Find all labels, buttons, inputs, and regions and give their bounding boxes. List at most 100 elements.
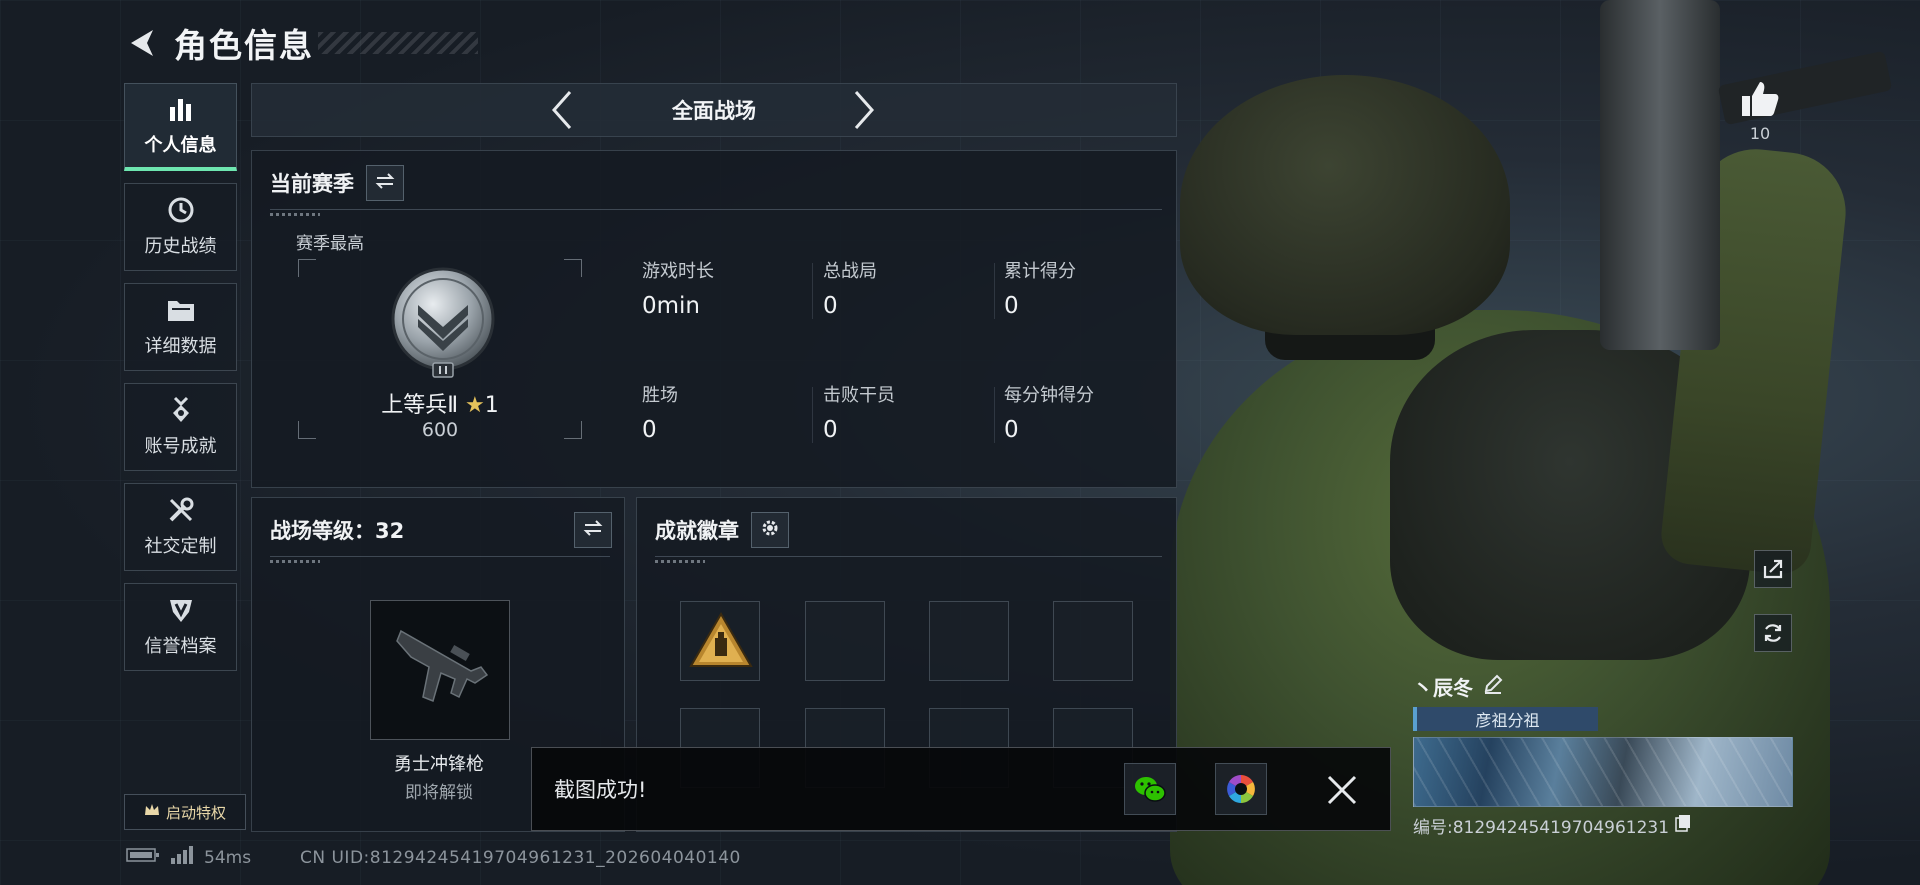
- guild-tag[interactable]: 彦祖分祖: [1413, 707, 1598, 731]
- frame-corner: [564, 259, 582, 277]
- rank-score: 600: [421, 419, 459, 441]
- level-header: 战场等级：32: [270, 512, 612, 548]
- stat-value: 0min: [642, 293, 701, 319]
- clock-icon: [166, 196, 196, 224]
- wechat-share-button[interactable]: [1124, 763, 1176, 815]
- signal-icon: [170, 846, 194, 869]
- like-button[interactable]: 10: [1738, 80, 1782, 143]
- stat-value: 0: [1004, 293, 1019, 319]
- sidebar-item-label: 社交定制: [144, 536, 217, 557]
- warning-triangle-badge-icon: [689, 611, 753, 667]
- uid-text: CN UID:81294245419704961231_202604040140: [300, 848, 741, 868]
- refresh-icon: [1764, 624, 1782, 642]
- sidebar-item-label: 信誉档案: [144, 636, 217, 657]
- divider-decoration: [270, 213, 320, 216]
- badges-title: 成就徽章: [655, 519, 739, 543]
- stat-score-per-minute: 每分钟得分 0: [1004, 381, 1174, 443]
- stat-separator: [812, 263, 813, 319]
- stat-label: 胜场: [642, 385, 678, 406]
- share-button[interactable]: [1754, 550, 1792, 588]
- stat-separator: [994, 263, 995, 319]
- stat-value: 0: [1004, 417, 1019, 443]
- sidebar-item-achievements[interactable]: 账号成就: [124, 383, 237, 471]
- swap-season-button[interactable]: [366, 165, 404, 201]
- player-name-row: 丶辰冬: [1413, 672, 1793, 701]
- launch-perk-button[interactable]: 启动特权: [124, 794, 246, 830]
- badge-slot[interactable]: [1053, 601, 1133, 681]
- player-id-row: 编号:81294245419704961231: [1413, 813, 1793, 838]
- season-divider: [270, 209, 1162, 210]
- character-helmet: [1180, 75, 1510, 335]
- badge-slot[interactable]: [929, 601, 1009, 681]
- sidebar: 个人信息 历史战绩 详细数据 账号成就 社交定制 信誉档案: [124, 83, 237, 683]
- moments-share-button[interactable]: [1215, 763, 1267, 815]
- badge-slot[interactable]: [805, 601, 885, 681]
- stat-operators-defeated: 击败干员 0: [823, 381, 993, 443]
- battery-icon: [126, 847, 160, 868]
- mode-title: 全面战场: [672, 99, 756, 123]
- folder-icon: [166, 296, 196, 324]
- sidebar-item-personal-info[interactable]: 个人信息: [124, 83, 237, 171]
- frame-corner: [298, 259, 316, 277]
- divider-decoration: [655, 560, 705, 563]
- shield-badge-icon: [166, 596, 196, 624]
- like-count: 10: [1749, 124, 1771, 143]
- season-title: 当前赛季: [270, 172, 354, 196]
- stat-value: 0: [642, 417, 657, 443]
- season-header: 当前赛季: [270, 165, 404, 201]
- toast-message: 截图成功!: [554, 778, 647, 802]
- tools-icon: [166, 496, 196, 524]
- rank-badge-icon: [388, 267, 498, 382]
- current-season-panel: 当前赛季 赛季最高 上等兵Ⅱ ★1 600 游戏时长 0min 总战局 0 累计…: [251, 150, 1177, 488]
- stat-separator: [994, 387, 995, 443]
- sidebar-item-label: 个人信息: [144, 134, 217, 156]
- page-title: 角色信息: [174, 26, 314, 65]
- thumbs-up-icon: [1742, 82, 1779, 116]
- stat-play-time: 游戏时长 0min: [642, 257, 812, 319]
- stat-wins: 胜场 0: [642, 381, 812, 443]
- rank-name: 上等兵Ⅱ ★1: [298, 387, 582, 419]
- copy-icon[interactable]: [1675, 814, 1691, 837]
- sidebar-item-details[interactable]: 详细数据: [124, 283, 237, 371]
- stat-total-score: 累计得分 0: [1004, 257, 1174, 319]
- screenshot-toast: 截图成功!: [531, 747, 1391, 831]
- moments-icon: [1227, 775, 1255, 803]
- badges-header: 成就徽章: [655, 512, 789, 548]
- gear-icon: [760, 518, 780, 542]
- rotate-button[interactable]: [1754, 614, 1792, 652]
- stat-label: 累计得分: [1004, 261, 1076, 282]
- chevron-right-icon[interactable]: [844, 90, 884, 130]
- stat-separator: [812, 387, 813, 443]
- divider-decoration: [270, 560, 320, 563]
- player-id: 编号:81294245419704961231: [1413, 818, 1670, 838]
- weapon-reward-slot[interactable]: [370, 600, 510, 740]
- sidebar-item-label: 详细数据: [144, 336, 217, 357]
- swap-level-button[interactable]: [574, 512, 612, 548]
- edit-pencil-icon[interactable]: [1483, 674, 1503, 699]
- badges-divider: [655, 556, 1162, 557]
- sidebar-item-reputation[interactable]: 信誉档案: [124, 583, 237, 671]
- ping-value: 54ms: [204, 847, 252, 868]
- chevron-left-icon[interactable]: [542, 90, 582, 130]
- level-title: 战场等级：32: [270, 519, 405, 543]
- player-banner-image[interactable]: [1413, 737, 1793, 807]
- bar-chart-icon: [166, 95, 196, 123]
- stat-label: 每分钟得分: [1004, 385, 1094, 406]
- stat-label: 游戏时长: [642, 261, 714, 282]
- share-icon: [1763, 559, 1783, 579]
- close-icon[interactable]: [1320, 768, 1364, 812]
- medal-icon: [166, 396, 196, 424]
- sidebar-item-social[interactable]: 社交定制: [124, 483, 237, 571]
- wechat-icon: [1135, 777, 1166, 802]
- star-icon: ★: [465, 393, 485, 418]
- page-header: 角色信息: [122, 18, 478, 68]
- badge-slot[interactable]: [680, 601, 760, 681]
- player-name: 丶辰冬: [1413, 676, 1473, 700]
- badge-settings-button[interactable]: [751, 512, 789, 548]
- back-arrow-icon[interactable]: [122, 23, 162, 63]
- crown-icon: [144, 803, 160, 821]
- rank-frame: 上等兵Ⅱ ★1 600: [298, 259, 582, 441]
- sidebar-item-history[interactable]: 历史战绩: [124, 183, 237, 271]
- level-divider: [270, 556, 610, 557]
- swap-icon: [375, 172, 395, 194]
